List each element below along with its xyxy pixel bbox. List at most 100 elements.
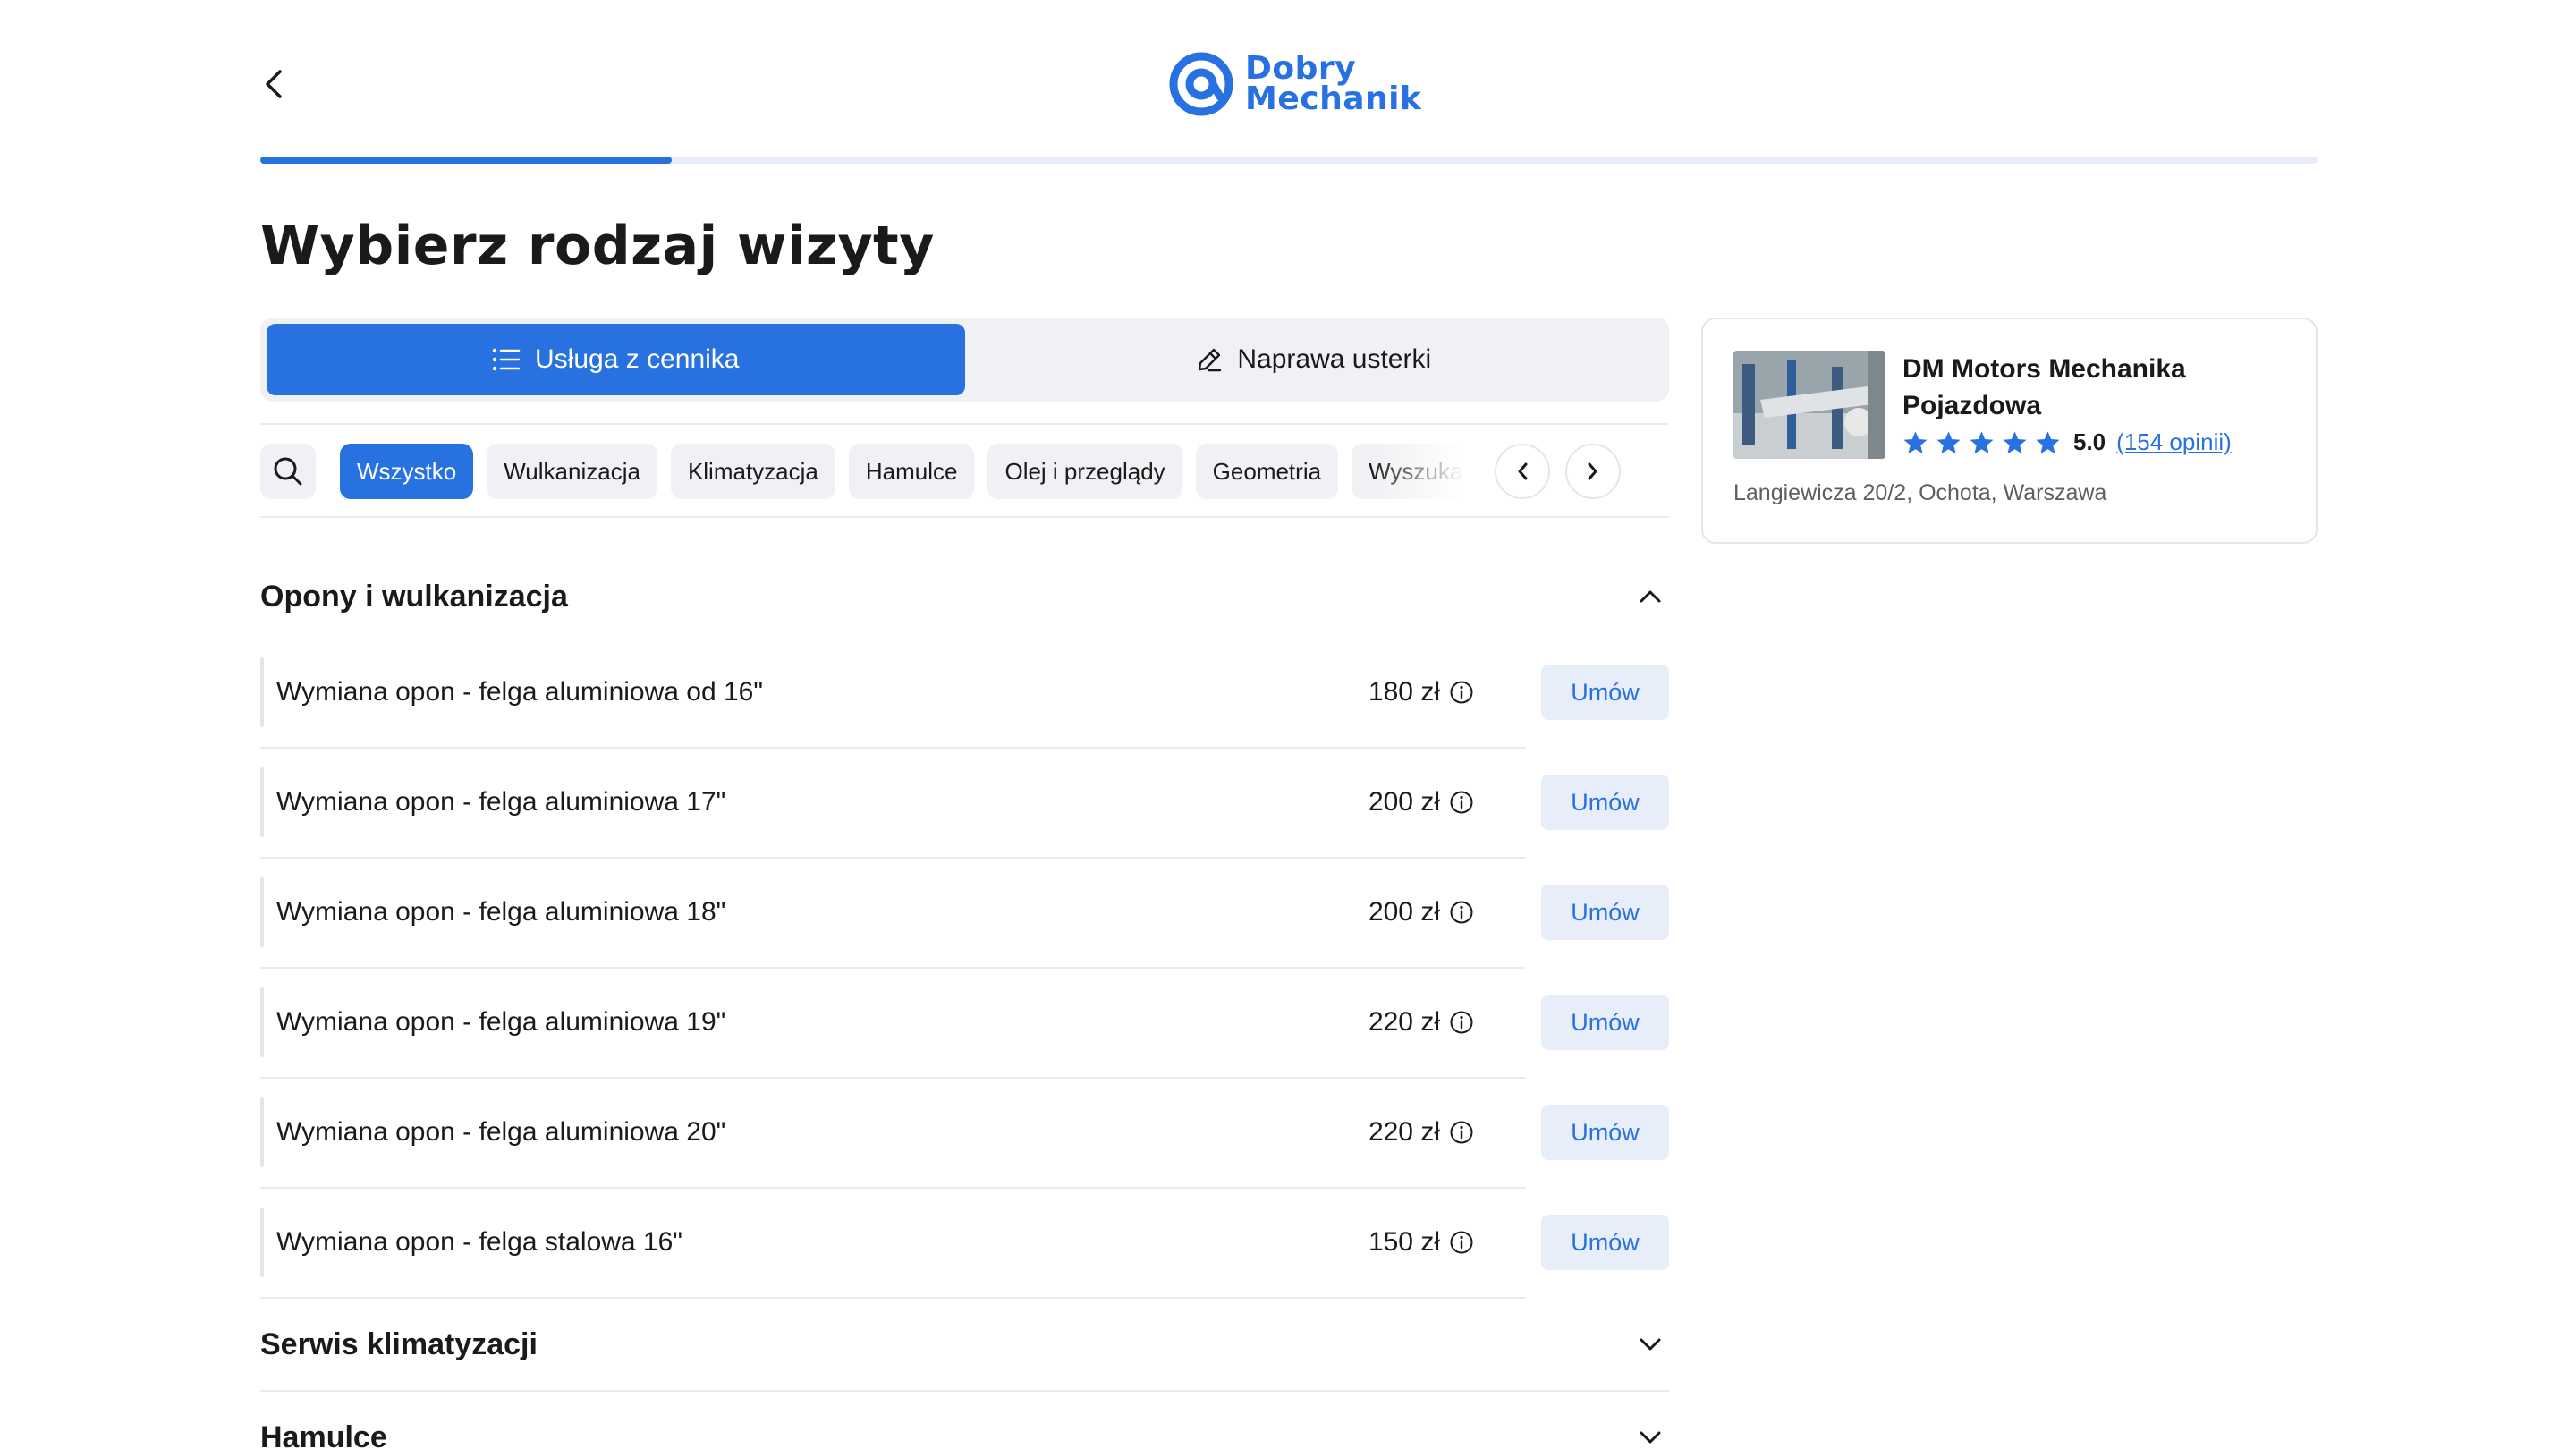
tab-price-list-service-label: Usługa z cennika (535, 344, 740, 374)
category-filter-bar: Wszystko Wulkanizacja Klimatyzacja Hamul… (260, 444, 1669, 499)
chip-brakes[interactable]: Hamulce (848, 444, 975, 499)
row-divider (260, 857, 1526, 859)
row-accent (260, 767, 264, 837)
book-button[interactable]: Umów (1541, 665, 1669, 720)
chip-air-conditioning[interactable]: Klimatyzacja (670, 444, 835, 499)
info-icon[interactable] (1449, 680, 1474, 705)
service-row: Wymiana opon - felga aluminiowa 17" 200 … (260, 767, 1669, 837)
service-price: 150 zł (1368, 1227, 1474, 1258)
workshop-name: DM Motors Mechanika Pojazdowa (1902, 354, 2186, 420)
search-button[interactable] (260, 444, 316, 499)
price-value: 220 zł (1368, 1007, 1440, 1037)
price-value: 150 zł (1368, 1227, 1440, 1257)
tab-fault-repair-label: Naprawa usterki (1237, 344, 1432, 374)
info-icon[interactable] (1449, 900, 1474, 925)
section-header-brakes[interactable]: Hamulce (260, 1415, 1669, 1449)
service-name: Wymiana opon - felga stalowa 16" (276, 1227, 682, 1257)
price-value: 200 zł (1368, 787, 1440, 817)
logo-text-line2: Mechanik (1245, 80, 1422, 117)
row-divider (260, 1187, 1526, 1189)
service-row: Wymiana opon - felga aluminiowa 19" 220 … (260, 987, 1669, 1057)
price-value: 220 zł (1368, 1117, 1440, 1147)
service-row: Wymiana opon - felga aluminiowa 20" 220 … (260, 1097, 1669, 1167)
star-icon (1903, 430, 1928, 453)
book-button[interactable]: Umów (1541, 1215, 1669, 1270)
pencil-icon (1199, 348, 1222, 372)
book-button[interactable]: Umów (1541, 1105, 1669, 1160)
book-button[interactable]: Umów (1541, 775, 1669, 830)
row-accent (260, 657, 264, 727)
chip-tire-service[interactable]: Wulkanizacja (487, 444, 657, 499)
book-button[interactable]: Umów (1541, 995, 1669, 1050)
chevron-up-icon (1640, 590, 1661, 603)
info-icon[interactable] (1449, 1120, 1474, 1145)
section-header-tires[interactable]: Opony i wulkanizacja (260, 574, 1669, 619)
logo-text-line1: Dobry (1245, 50, 1357, 87)
service-name: Wymiana opon - felga aluminiowa 19" (276, 1007, 726, 1037)
service-name: Wymiana opon - felga aluminiowa od 16" (276, 677, 764, 707)
chevron-down-icon (1640, 1431, 1661, 1444)
tab-fault-repair[interactable]: Naprawa usterki (965, 324, 1664, 395)
search-icon (274, 457, 302, 486)
back-button[interactable] (256, 66, 292, 102)
info-icon[interactable] (1449, 1010, 1474, 1035)
star-icon (1970, 430, 1994, 453)
row-accent (260, 1208, 264, 1277)
divider (260, 1390, 1669, 1392)
page-title: Wybierz rodzaj wizyty (260, 215, 935, 277)
service-name: Wymiana opon - felga aluminiowa 18" (276, 897, 726, 927)
service-price: 180 zł (1368, 677, 1474, 708)
service-row: Wymiana opon - felga stalowa 16" 150 zł … (260, 1208, 1669, 1277)
row-divider (260, 747, 1526, 749)
list-icon (492, 348, 521, 371)
chip-all[interactable]: Wszystko (340, 444, 474, 499)
progress-bar (260, 157, 2318, 164)
service-price: 220 zł (1368, 1007, 1474, 1038)
info-icon[interactable] (1449, 1230, 1474, 1255)
service-name: Wymiana opon - felga aluminiowa 17" (276, 787, 726, 817)
info-icon[interactable] (1449, 790, 1474, 815)
rating-stars (1902, 430, 2061, 455)
chip-oil-inspection[interactable]: Olej i przeglądy (987, 444, 1182, 499)
logo-mark-icon (1169, 52, 1233, 116)
divider (260, 516, 1669, 518)
tab-price-list-service[interactable]: Usługa z cennika (267, 324, 965, 395)
chevron-left-icon (1518, 462, 1528, 480)
category-chips: Wszystko Wulkanizacja Klimatyzacja Hamul… (340, 444, 1480, 499)
chips-next-button[interactable] (1565, 444, 1621, 499)
price-value: 180 zł (1368, 677, 1440, 707)
workshop-photo (1733, 351, 1885, 459)
star-icon (1936, 430, 1961, 453)
book-button[interactable]: Umów (1541, 885, 1669, 940)
workshop-address: Langiewicza 20/2, Ochota, Warszawa (1733, 480, 2107, 505)
service-name: Wymiana opon - felga aluminiowa 20" (276, 1117, 726, 1147)
chip-search[interactable]: Wyszukaj (1352, 444, 1480, 499)
chevron-left-icon (266, 70, 282, 98)
service-row: Wymiana opon - felga aluminiowa od 16" 1… (260, 657, 1669, 727)
price-value: 200 zł (1368, 897, 1440, 927)
logo[interactable]: Dobry Mechanik (1168, 48, 1421, 120)
section-title: Opony i wulkanizacja (260, 579, 568, 614)
star-icon (2003, 430, 2027, 453)
chevron-right-icon (1588, 462, 1597, 480)
section-title: Hamulce (260, 1419, 387, 1449)
chevron-down-icon (1640, 1338, 1661, 1351)
section-title: Serwis klimatyzacji (260, 1326, 538, 1361)
workshop-rating: 5.0 (154 opinii) (1902, 428, 2232, 456)
star-icon (2036, 430, 2060, 453)
service-price: 220 zł (1368, 1117, 1474, 1148)
service-price: 200 zł (1368, 897, 1474, 928)
section-header-ac[interactable]: Serwis klimatyzacji (260, 1322, 1669, 1367)
divider (260, 423, 1669, 425)
workshop-card: DM Motors Mechanika Pojazdowa 5.0 (154 o… (1701, 318, 2318, 544)
row-accent (260, 877, 264, 947)
chip-geometry[interactable]: Geometria (1195, 444, 1339, 499)
row-accent (260, 1097, 264, 1167)
service-row: Wymiana opon - felga aluminiowa 18" 200 … (260, 877, 1669, 947)
rating-score: 5.0 (2073, 428, 2106, 455)
visit-type-toggle: Usługa z cennika Naprawa usterki (260, 318, 1669, 402)
row-divider (260, 1077, 1526, 1079)
row-divider (260, 1297, 1526, 1299)
reviews-link[interactable]: (154 opinii) (2116, 428, 2232, 456)
chips-prev-button[interactable] (1495, 444, 1550, 499)
